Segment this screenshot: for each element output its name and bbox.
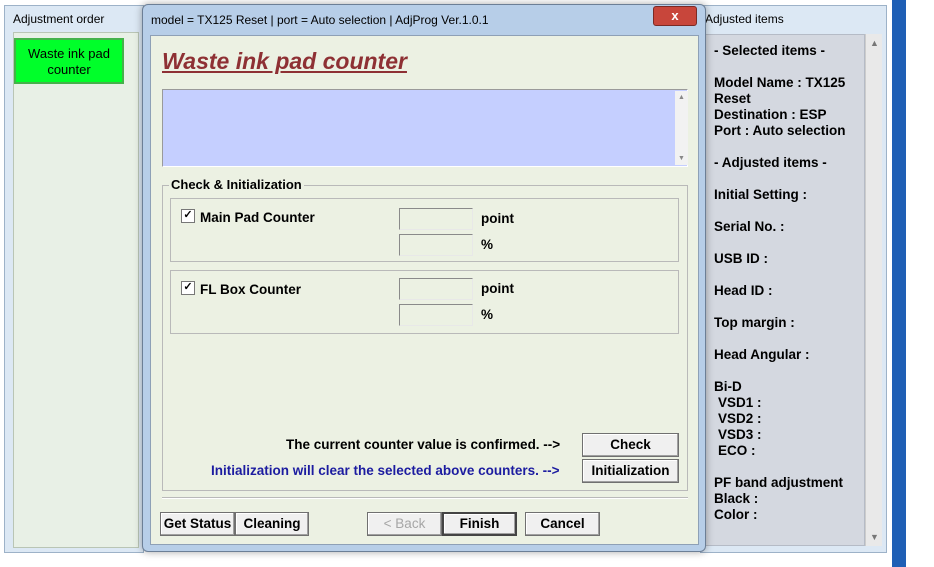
adjusted-items-list: - Selected items - Model Name : TX125 Re… bbox=[705, 34, 865, 546]
adjustment-order-panel bbox=[13, 32, 139, 548]
vsd2-line: VSD2 : bbox=[718, 411, 762, 426]
selected-items-header: - Selected items - bbox=[714, 43, 826, 58]
cancel-button[interactable]: Cancel bbox=[525, 512, 600, 536]
adjusted-items-title: Adjusted items bbox=[705, 12, 784, 26]
fl-box-point-field[interactable] bbox=[399, 278, 473, 300]
fl-box-counter-box: ✓ FL Box Counter point % bbox=[170, 270, 679, 334]
serial-no-line: Serial No. : bbox=[714, 219, 785, 234]
adjusted-items-window: Adjusted items - Selected items - Model … bbox=[700, 5, 887, 553]
main-pad-percent-field[interactable] bbox=[399, 234, 473, 256]
group-label: Check & Initialization bbox=[169, 177, 304, 192]
eco-line: ECO : bbox=[718, 443, 756, 458]
vsd1-line: VSD1 : bbox=[718, 395, 762, 410]
top-margin-line: Top margin : bbox=[714, 315, 795, 330]
initial-setting-line: Initial Setting : bbox=[714, 187, 807, 202]
head-id-line: Head ID : bbox=[714, 283, 773, 298]
fl-box-label: FL Box Counter bbox=[200, 282, 301, 297]
initialization-hint-text: Initialization will clear the selected a… bbox=[211, 463, 560, 478]
head-angular-line: Head Angular : bbox=[714, 347, 810, 362]
desktop-edge bbox=[892, 0, 906, 567]
finish-button[interactable]: Finish bbox=[442, 512, 517, 536]
scroll-down-icon[interactable]: ▼ bbox=[675, 155, 688, 162]
adjusted-items-scrollbar[interactable]: ▲ ▼ bbox=[865, 34, 882, 546]
destination-line: Destination : ESP bbox=[714, 107, 827, 122]
model-name-line: Model Name : TX125 bbox=[714, 75, 846, 90]
get-status-button[interactable]: Get Status bbox=[160, 512, 235, 536]
main-pad-counter-box: ✓ Main Pad Counter point % bbox=[170, 198, 679, 262]
waste-ink-pad-counter-item[interactable]: Waste ink pad counter bbox=[14, 38, 124, 84]
check-hint-text: The current counter value is confirmed. … bbox=[286, 437, 561, 452]
adjprog-dialog: model = TX125 Reset | port = Auto select… bbox=[142, 4, 706, 552]
black-line: Black : bbox=[714, 491, 759, 506]
bi-d-line: Bi-D bbox=[714, 379, 742, 394]
dialog-title: model = TX125 Reset | port = Auto select… bbox=[151, 13, 489, 27]
initialization-button[interactable]: Initialization bbox=[582, 459, 679, 483]
adjustment-order-window: Adjustment order bbox=[4, 5, 144, 553]
adjustment-order-title: Adjustment order bbox=[13, 12, 105, 26]
fl-box-percent-field[interactable] bbox=[399, 304, 473, 326]
pf-band-line: PF band adjustment bbox=[714, 475, 844, 490]
color-line: Color : bbox=[714, 507, 758, 522]
close-button[interactable]: x bbox=[653, 6, 697, 26]
usb-id-line: USB ID : bbox=[714, 251, 768, 266]
fl-box-checkbox[interactable]: ✓ bbox=[181, 281, 195, 295]
fl-box-point-unit: point bbox=[481, 281, 514, 296]
main-pad-label: Main Pad Counter bbox=[200, 210, 315, 225]
close-icon: x bbox=[671, 8, 679, 23]
vsd3-line: VSD3 : bbox=[718, 427, 762, 442]
message-scrollbar[interactable]: ▲ ▼ bbox=[675, 91, 688, 165]
separator bbox=[162, 497, 688, 499]
model-name-line-2: Reset bbox=[714, 91, 751, 106]
fl-box-percent-unit: % bbox=[481, 307, 494, 322]
page-title: Waste ink pad counter bbox=[162, 48, 407, 74]
adjusted-items-header: - Adjusted items - bbox=[714, 155, 827, 170]
cleaning-button[interactable]: Cleaning bbox=[235, 512, 309, 536]
scroll-up-icon[interactable]: ▲ bbox=[866, 38, 883, 48]
main-pad-point-unit: point bbox=[481, 211, 514, 226]
message-textarea[interactable]: ▲ ▼ bbox=[162, 89, 688, 167]
check-button[interactable]: Check bbox=[582, 433, 679, 457]
scroll-up-icon[interactable]: ▲ bbox=[675, 94, 688, 101]
port-line: Port : Auto selection bbox=[714, 123, 846, 138]
main-pad-percent-unit: % bbox=[481, 237, 494, 252]
main-pad-point-field[interactable] bbox=[399, 208, 473, 230]
dialog-client-area: Waste ink pad counter ▲ ▼ ✓ Main Pad Cou… bbox=[150, 35, 699, 545]
back-button[interactable]: < Back bbox=[367, 512, 442, 536]
main-pad-checkbox[interactable]: ✓ bbox=[181, 209, 195, 223]
scroll-down-icon[interactable]: ▼ bbox=[866, 532, 883, 542]
